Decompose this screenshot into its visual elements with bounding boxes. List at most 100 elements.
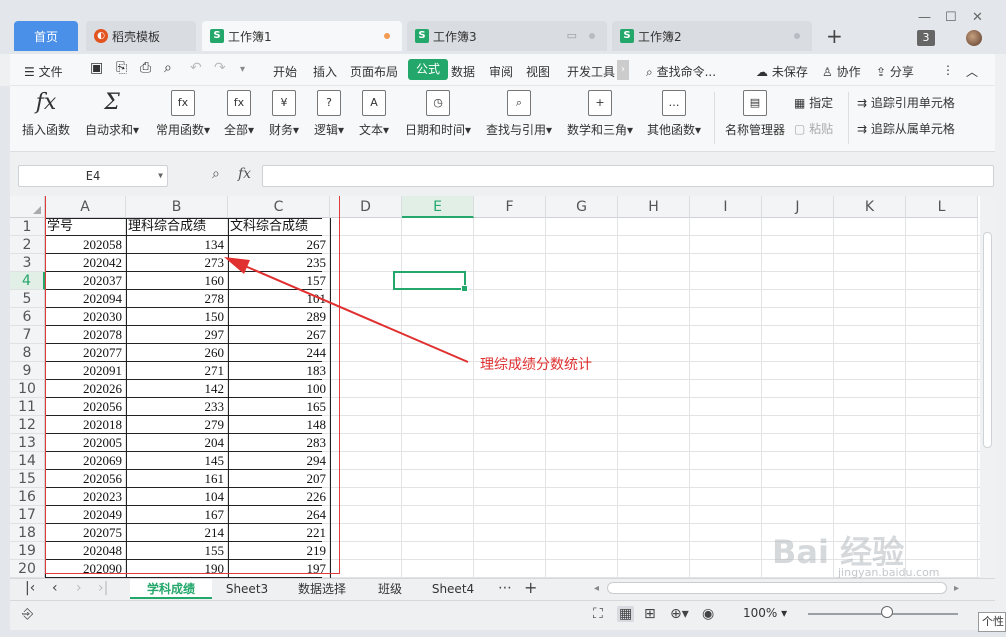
share-button[interactable]: ⇪ 分享 (876, 63, 914, 80)
first-sheet-icon[interactable]: |‹ (25, 580, 35, 596)
search-command[interactable]: ⌕ 查找命令... (646, 63, 716, 80)
name-manager-button[interactable]: ▤ 名称管理器 (723, 90, 787, 138)
text-button[interactable]: A 文本▾ (355, 90, 393, 138)
row-header[interactable]: 5 (10, 290, 45, 308)
other-functions-button[interactable]: … 其他函数▾ (644, 90, 704, 138)
column-header[interactable]: E (402, 196, 474, 218)
column-header[interactable]: J (762, 196, 834, 218)
row-header[interactable]: 16 (10, 488, 45, 506)
selected-cell-e4[interactable] (393, 271, 468, 292)
prev-sheet-icon[interactable]: ‹ (52, 580, 58, 596)
tab-workbook1[interactable]: S 工作簿1 (202, 21, 402, 51)
spreadsheet-grid[interactable]: A B C D E F G H I J K L 1 2 3 4 5 6 7 8 9 10 11 12 13 14 15 16 17 18 1… (10, 196, 980, 578)
column-header[interactable]: K (834, 196, 906, 218)
fx-icon[interactable]: fx (238, 166, 251, 182)
trace-precedents-button[interactable]: ⇉ 追踪引用单元格 (857, 94, 955, 111)
sheet-tab[interactable]: 班级 (362, 579, 418, 599)
redo-icon[interactable]: ↷ (214, 60, 226, 76)
row-header[interactable]: 4 (10, 272, 45, 290)
select-all-corner[interactable] (10, 196, 45, 218)
menu-view[interactable]: 视图 (526, 63, 550, 80)
row-header[interactable]: 13 (10, 434, 45, 452)
row-header[interactable]: 15 (10, 470, 45, 488)
row-header[interactable]: 14 (10, 452, 45, 470)
tab-workbook2[interactable]: S 工作簿2 (612, 21, 812, 51)
common-functions-button[interactable]: fx 常用函数▾ (152, 90, 214, 138)
horizontal-scroll-thumb[interactable] (607, 582, 947, 594)
scroll-right-icon[interactable]: ▸ (954, 583, 959, 594)
lookup-button[interactable]: ⌕ 查找与引用▾ (483, 90, 555, 138)
menu-scroll-right-icon[interactable]: › (617, 60, 629, 80)
unsaved-button[interactable]: ☁ 未保存 (756, 63, 808, 80)
window-count-badge[interactable]: 3 (917, 30, 935, 46)
last-sheet-icon[interactable]: ›| (98, 580, 108, 596)
collab-button[interactable]: ♙ 协作 (822, 63, 861, 80)
more-options-icon[interactable]: ⋮ (942, 63, 954, 77)
preview-icon[interactable]: ⌕ (164, 60, 172, 76)
maximize-icon[interactable]: ☐ (945, 10, 957, 25)
tab-home[interactable]: 首页 (14, 21, 78, 51)
print-icon[interactable]: ⎙ (140, 60, 151, 76)
scroll-left-icon[interactable]: ◂ (594, 583, 599, 594)
insert-function-button[interactable]: fx 插入函数 (20, 90, 72, 138)
finance-button[interactable]: ¥ 财务▾ (265, 90, 303, 138)
page-layout-view-icon[interactable]: ⊕▾ (670, 606, 689, 622)
zoom-formula-icon[interactable]: ⌕ (212, 166, 220, 182)
all-functions-button[interactable]: fx 全部▾ (220, 90, 258, 138)
close-icon[interactable]: ✕ (972, 10, 983, 25)
more-chevron-icon[interactable]: ▾ (240, 64, 245, 75)
undo-icon[interactable]: ↶ (190, 60, 202, 76)
page-break-view-icon[interactable]: ⊞ (644, 606, 656, 622)
row-header[interactable]: 7 (10, 326, 45, 344)
sheet-tab[interactable]: Sheet3 (212, 579, 282, 599)
row-header[interactable]: 18 (10, 524, 45, 542)
paste-name-button[interactable]: ▢ 粘贴 (794, 120, 833, 137)
menu-review[interactable]: 审阅 (489, 63, 513, 80)
tab-workbook3[interactable]: S 工作簿3 ▭ (407, 21, 607, 51)
add-sheet-icon[interactable]: + (524, 578, 537, 597)
row-header[interactable]: 11 (10, 398, 45, 416)
row-header[interactable]: 17 (10, 506, 45, 524)
column-header[interactable]: H (618, 196, 690, 218)
column-header[interactable]: D (330, 196, 402, 218)
datetime-button[interactable]: ◷ 日期和时间▾ (402, 90, 474, 138)
row-header[interactable]: 9 (10, 362, 45, 380)
math-trig-button[interactable]: + 数学和三角▾ (564, 90, 636, 138)
menu-formula[interactable]: 公式 (408, 59, 448, 80)
column-header[interactable]: I (690, 196, 762, 218)
row-header[interactable]: 3 (10, 254, 45, 272)
avatar[interactable] (966, 30, 982, 46)
more-sheets-icon[interactable]: ⋯ (498, 580, 512, 596)
row-header[interactable]: 2 (10, 236, 45, 254)
row-header[interactable]: 10 (10, 380, 45, 398)
sheet-tab[interactable]: 数据选择 (282, 579, 362, 599)
save-icon[interactable]: ▣ (90, 60, 103, 76)
minimize-icon[interactable]: — (918, 10, 931, 25)
normal-view-icon[interactable]: ▦ (617, 606, 635, 622)
file-menu[interactable]: ☰ 文件 (24, 63, 63, 80)
eye-protection-icon[interactable]: ◉ (702, 606, 714, 622)
row-header[interactable]: 12 (10, 416, 45, 434)
name-box[interactable]: E4 ▼ (18, 165, 168, 187)
collapse-ribbon-icon[interactable]: ︿ (966, 63, 978, 80)
zoom-slider-knob[interactable] (881, 606, 893, 618)
export-icon[interactable]: ⎘ (116, 60, 127, 76)
fullscreen-icon[interactable]: ⛶ (593, 606, 603, 622)
next-sheet-icon[interactable]: › (76, 580, 82, 596)
menu-page-layout[interactable]: 页面布局 (350, 63, 398, 80)
sheet-tab[interactable]: Sheet4 (418, 579, 488, 599)
autosum-button[interactable]: Σ 自动求和▾ (82, 90, 142, 138)
new-tab-plus-icon[interactable]: + (826, 24, 843, 48)
trace-dependents-button[interactable]: ⇉ 追踪从属单元格 (857, 120, 955, 137)
zoom-level[interactable]: 100% ▾ (743, 606, 787, 620)
menu-start[interactable]: 开始 (273, 63, 297, 80)
row-header[interactable]: 20 (10, 560, 45, 578)
specify-button[interactable]: ▦ 指定 (794, 94, 833, 111)
column-header[interactable]: F (474, 196, 546, 218)
chevron-down-icon[interactable]: ▼ (158, 166, 163, 186)
vertical-scroll-thumb[interactable] (983, 232, 992, 448)
logic-button[interactable]: ? 逻辑▾ (310, 90, 348, 138)
sheet-tab-active[interactable]: 学科成绩 (130, 579, 212, 599)
menu-insert[interactable]: 插入 (313, 63, 337, 80)
menu-data[interactable]: 数据 (451, 63, 475, 80)
